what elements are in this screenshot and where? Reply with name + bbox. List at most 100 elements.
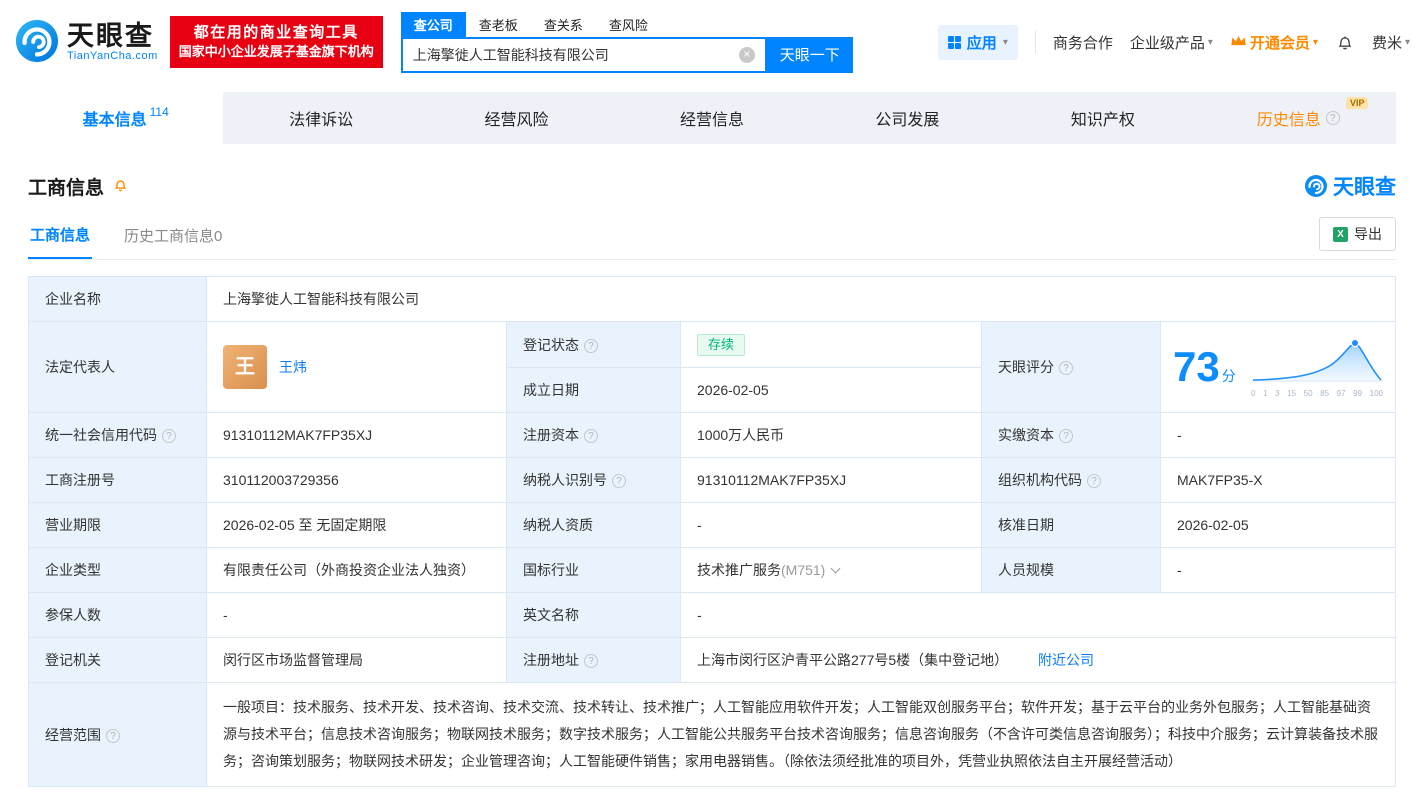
tab-count-badge: 114 (149, 105, 169, 119)
export-button[interactable]: X 导出 (1319, 217, 1396, 251)
field-value-reg-number: 310112003729356 (206, 457, 507, 503)
section-title: 工商信息 (28, 177, 105, 199)
legal-rep-avatar[interactable]: 王 (223, 345, 267, 389)
nav-tab-history[interactable]: VIP 历史信息 ? (1201, 92, 1396, 144)
table-row: 参保人数 - 英文名称 - (28, 592, 1396, 638)
table-row: 登记机关 闵行区市场监督管理局 注册地址? 上海市闵行区沪青平公路277号5楼（… (28, 637, 1396, 683)
apps-grid-icon (947, 35, 961, 49)
field-label-insured-count: 参保人数 (28, 592, 207, 638)
legal-rep-link[interactable]: 王炜 (279, 356, 307, 378)
search-button[interactable]: 天眼一下 (766, 36, 853, 73)
brand-name: 天眼查 (67, 20, 154, 51)
table-row: 经营范围? 一般项目：技术服务、技术开发、技术咨询、技术交流、技术转让、技术推广… (28, 682, 1396, 787)
field-value-credit-code: 91310112MAK7FP35XJ (206, 412, 507, 458)
score-value: 73 (1173, 343, 1220, 390)
field-label-english-name: 英文名称 (506, 592, 681, 638)
field-label-staff-size: 人员规模 (981, 547, 1161, 593)
field-label-score: 天眼评分? (981, 321, 1161, 413)
table-row: 企业类型 有限责任公司（外商投资企业法人独资） 国标行业 技术推广服务(M751… (28, 547, 1396, 593)
score-unit: 分 (1221, 368, 1236, 384)
field-label-taxpayer-quality: 纳税人资质 (506, 502, 681, 548)
field-value-org-code: MAK7FP35-X (1160, 457, 1396, 503)
help-icon[interactable]: ? (162, 429, 176, 443)
nav-tab-intellectual-property[interactable]: 知识产权 (1005, 92, 1200, 144)
banner-line-2: 国家中小企业发展子基金旗下机构 (178, 44, 374, 60)
header-menu: 应用 ▾ 商务合作 企业级产品 ▾ 开通会员 ▾ 费米 ▾ (937, 24, 1410, 60)
help-icon[interactable]: ? (1059, 429, 1073, 443)
table-row: 统一社会信用代码? 91310112MAK7FP35XJ 注册资本? 1000万… (28, 412, 1396, 458)
nav-tab-business-info[interactable]: 经营信息 (614, 92, 809, 144)
field-label-business-term: 营业期限 (28, 502, 207, 548)
brand-domain: TianYanCha.com (67, 50, 158, 63)
field-label-company-type: 企业类型 (28, 547, 207, 593)
section-brand-logo: 天眼查 (1304, 171, 1396, 201)
vip-badge: VIP (1345, 97, 1369, 109)
section-brand-name: 天眼查 (1333, 176, 1396, 199)
search-tab-risk[interactable]: 查风险 (596, 12, 661, 37)
field-value-legal-rep: 王 王炜 (206, 321, 507, 413)
tianyancha-logo[interactable]: 天眼查 TianYanCha.com (14, 18, 158, 67)
notification-bell-icon[interactable] (1335, 32, 1355, 52)
search-tab-relation[interactable]: 查关系 (531, 12, 596, 37)
chevron-down-icon: ▾ (1312, 36, 1318, 48)
help-icon[interactable]: ? (584, 654, 598, 668)
subtab-history-info[interactable]: 历史工商信息0 (122, 219, 224, 258)
promo-banner: 都在用的商业查询工具 国家中小企业发展子基金旗下机构 (169, 15, 383, 69)
field-label-reg-status: 登记状态? (506, 321, 681, 368)
subtab-business-info[interactable]: 工商信息 (28, 218, 93, 259)
nav-tab-operation-risk[interactable]: 经营风险 (419, 92, 614, 144)
chevron-down-icon[interactable] (830, 563, 841, 574)
field-value-company-name: 上海擎徙人工智能科技有限公司 (206, 276, 1396, 322)
open-vip-button[interactable]: 开通会员 ▾ (1230, 32, 1318, 53)
clear-icon[interactable]: × (738, 46, 755, 63)
user-name: 费米 (1371, 34, 1402, 52)
search-tab-company[interactable]: 查公司 (400, 11, 466, 37)
apps-button[interactable]: 应用 ▾ (937, 24, 1018, 60)
banner-line-1: 都在用的商业查询工具 (193, 23, 359, 41)
field-label-industry: 国标行业 (506, 547, 681, 593)
help-icon[interactable]: ? (1325, 111, 1340, 125)
section-bell-icon[interactable] (112, 176, 129, 196)
search-input[interactable] (412, 46, 739, 63)
nav-tab-basic-info[interactable]: 基本信息 114 (28, 92, 224, 144)
field-label-business-scope: 经营范围? (28, 682, 207, 787)
nav-link-enterprise[interactable]: 企业级产品 ▾ (1130, 32, 1213, 53)
excel-icon: X (1333, 226, 1348, 242)
field-value-reg-address: 上海市闵行区沪青平公路277号5楼（集中登记地） 附近公司 (680, 637, 1396, 683)
field-label-company-name: 企业名称 (28, 276, 207, 322)
help-icon[interactable]: ? (1059, 361, 1073, 375)
help-icon[interactable]: ? (584, 429, 598, 443)
help-icon[interactable]: ? (612, 474, 626, 488)
score-chart[interactable]: 0 1 3 15 50 85 97 99 100 (1251, 337, 1383, 398)
field-value-est-date: 2026-02-05 (680, 367, 982, 413)
field-value-staff-size: - (1160, 547, 1396, 593)
tianyancha-swirl-icon (14, 18, 60, 67)
field-value-reg-capital: 1000万人民币 (680, 412, 982, 458)
user-menu[interactable]: 费米 ▾ (1372, 32, 1410, 53)
nearby-company-link[interactable]: 附近公司 (1038, 652, 1094, 668)
field-value-score: 73 分 0 1 3 15 50 85 97 99 100 (1160, 321, 1396, 413)
field-value-business-term: 2026-02-05 至 无固定期限 (206, 502, 507, 548)
crown-icon (1230, 34, 1247, 51)
field-label-legal-rep: 法定代表人 (28, 321, 207, 413)
field-value-insured-count: - (206, 592, 507, 638)
field-label-reg-number: 工商注册号 (28, 457, 207, 503)
nav-tab-company-development[interactable]: 公司发展 (810, 92, 1005, 144)
help-icon[interactable]: ? (1087, 474, 1101, 488)
field-label-taxpayer-id: 纳税人识别号? (506, 457, 681, 503)
field-label-reg-address: 注册地址? (506, 637, 681, 683)
field-value-company-type: 有限责任公司（外商投资企业法人独资） (206, 547, 507, 593)
nav-tab-legal[interactable]: 法律诉讼 (223, 92, 418, 144)
field-label-paid-capital: 实缴资本? (981, 412, 1161, 458)
search-tab-boss[interactable]: 查老板 (466, 12, 531, 37)
help-icon[interactable]: ? (106, 728, 120, 743)
business-info-table: 企业名称 上海擎徙人工智能科技有限公司 法定代表人 王 王炜 登记状态? 存续 (28, 276, 1396, 787)
nav-link-cooperation[interactable]: 商务合作 (1053, 32, 1113, 53)
help-icon[interactable]: ? (584, 338, 598, 353)
field-label-org-code: 组织机构代码? (981, 457, 1161, 503)
industry-code: (M751) (781, 562, 826, 578)
field-value-taxpayer-quality: - (680, 502, 982, 548)
top-header: 天眼查 TianYanCha.com 都在用的商业查询工具 国家中小企业发展子基… (0, 0, 1424, 84)
chevron-down-icon: ▾ (1002, 36, 1008, 48)
score-axis: 0 1 3 15 50 85 97 99 100 (1251, 388, 1383, 398)
